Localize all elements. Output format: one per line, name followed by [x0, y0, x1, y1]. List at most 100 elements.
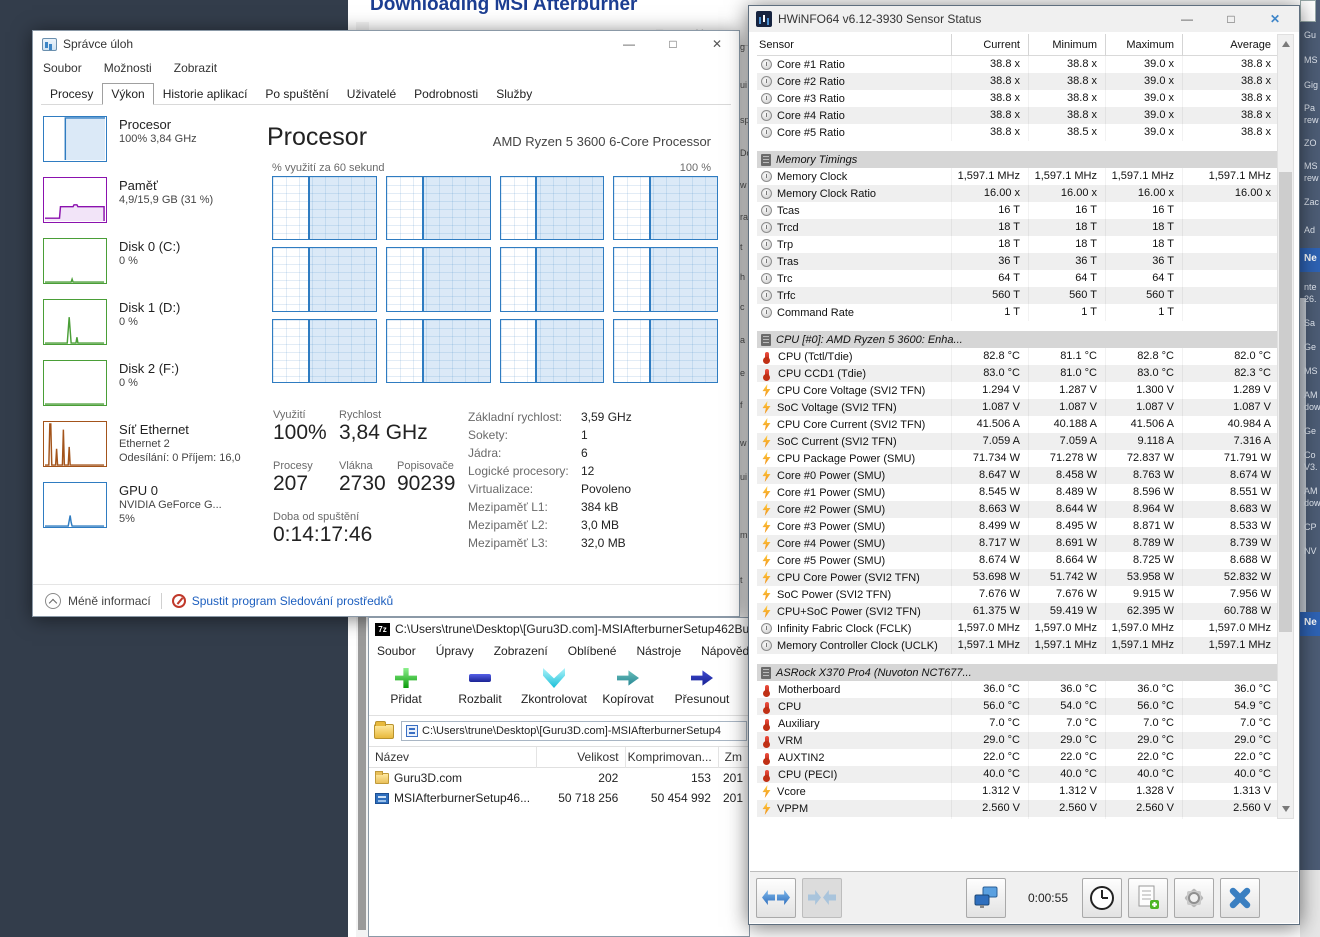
sensor-row[interactable]: Core #4 Power (SMU) 8.717 W 8.691 W 8.78…	[757, 535, 1279, 552]
sensor-row[interactable]: VRM 29.0 °C 29.0 °C 29.0 °C 29.0 °C	[757, 732, 1279, 749]
task-manager-titlebar[interactable]: Správce úloh	[33, 31, 739, 57]
clock-button[interactable]	[1082, 878, 1122, 918]
collapse-icon[interactable]	[45, 593, 61, 609]
sensor-row[interactable]: Tras 36 T 36 T 36 T	[757, 253, 1279, 270]
sensor-row[interactable]: CPU+SoC Power (SVI2 TFN) 61.375 W 59.419…	[757, 603, 1279, 620]
sensor-row[interactable]: CPU Core Power (SVI2 TFN) 53.698 W 51.74…	[757, 569, 1279, 586]
less-info-toggle[interactable]: Méně informací	[68, 594, 151, 608]
sensor-scrollbar[interactable]	[1277, 34, 1294, 819]
sensor-row[interactable]: Core #5 Power (SMU) 8.674 W 8.664 W 8.72…	[757, 552, 1279, 569]
sensor-row[interactable]	[757, 654, 1279, 664]
column-minimum[interactable]: Minimum	[1028, 34, 1105, 56]
sidebar-item[interactable]: Disk 2 (F:) 0 %	[43, 360, 261, 408]
remote-monitoring-button[interactable]	[966, 878, 1006, 918]
column-sensor[interactable]: Sensor	[757, 34, 951, 56]
sensor-row[interactable]: CPU Core Current (SVI2 TFN) 41.506 A 40.…	[757, 416, 1279, 433]
sensor-row[interactable]: Memory Clock Ratio 16.00 x 16.00 x 16.00…	[757, 185, 1279, 202]
resource-monitor-link[interactable]: Spustit program Sledování prostředků	[192, 594, 393, 608]
menu-item[interactable]: Možnosti	[104, 61, 152, 75]
tab[interactable]: Procesy	[41, 83, 102, 104]
sensor-row[interactable]: CPU CCD1 (Tdie) 83.0 °C 81.0 °C 83.0 °C …	[757, 365, 1279, 382]
column-size[interactable]: Velikost	[537, 747, 625, 768]
maximize-button[interactable]	[651, 37, 695, 51]
sensor-row[interactable]: Motherboard 36.0 °C 36.0 °C 36.0 °C 36.0…	[757, 681, 1279, 698]
menu-item[interactable]: Nástroje	[636, 644, 681, 658]
sensor-row[interactable]: SoC Current (SVI2 TFN) 7.059 A 7.059 A 9…	[757, 433, 1279, 450]
hwinfo-titlebar[interactable]: HWiNFO64 v6.12-3930 Sensor Status	[749, 6, 1299, 32]
toolbar-button[interactable]: Kopírovat	[591, 662, 665, 715]
sensor-row[interactable]	[757, 141, 1279, 151]
sensor-row[interactable]: Trp 18 T 18 T 18 T	[757, 236, 1279, 253]
scrollbar-thumb[interactable]	[1279, 172, 1292, 632]
sensor-row[interactable]: Core #0 Power (SMU) 8.647 W 8.458 W 8.76…	[757, 467, 1279, 484]
minimize-button[interactable]	[607, 37, 651, 51]
sidebar-item[interactable]: Procesor 100% 3,84 GHz	[43, 116, 261, 164]
tab[interactable]: Služby	[487, 83, 541, 104]
sensor-row[interactable]: CPU (PECI) 40.0 °C 40.0 °C 40.0 °C 40.0 …	[757, 766, 1279, 783]
scroll-down-icon[interactable]	[1282, 806, 1290, 812]
close-button[interactable]	[695, 37, 739, 51]
sensor-row[interactable]: CPU (Tctl/Tdie) 82.8 °C 81.1 °C 82.8 °C …	[757, 348, 1279, 365]
sensor-row[interactable]: Auxiliary 7.0 °C 7.0 °C 7.0 °C 7.0 °C	[757, 715, 1279, 732]
sensor-row[interactable]: CPU Package Power (SMU) 71.734 W 71.278 …	[757, 450, 1279, 467]
tab[interactable]: Historie aplikací	[154, 83, 257, 104]
sensor-row[interactable]: Core #2 Power (SMU) 8.663 W 8.644 W 8.96…	[757, 501, 1279, 518]
column-compressed[interactable]: Komprimovan...	[626, 747, 719, 768]
sensor-row[interactable]	[757, 321, 1279, 331]
exit-button[interactable]	[1220, 878, 1260, 918]
collapse-columns-button[interactable]	[802, 878, 842, 918]
sensor-row[interactable]: Core #4 Ratio 38.8 x 38.8 x 39.0 x 38.8 …	[757, 107, 1279, 124]
report-button[interactable]	[1128, 878, 1168, 918]
sensor-row[interactable]: Memory Clock 1,597.1 MHz 1,597.1 MHz 1,5…	[757, 168, 1279, 185]
sensor-row[interactable]: Infinity Fabric Clock (FCLK) 1,597.0 MHz…	[757, 620, 1279, 637]
sensor-row[interactable]: Core #3 Power (SMU) 8.499 W 8.495 W 8.87…	[757, 518, 1279, 535]
maximize-button[interactable]	[1209, 12, 1253, 26]
expand-columns-button[interactable]	[756, 878, 796, 918]
sensor-row[interactable]: ASRock X370 Pro4 (Nuvoton NCT677...	[757, 664, 1279, 681]
sensor-row[interactable]: Memory Timings	[757, 151, 1279, 168]
menu-item[interactable]: Zobrazení	[494, 644, 548, 658]
column-maximum[interactable]: Maximum	[1105, 34, 1182, 56]
folder-up-icon[interactable]	[374, 724, 394, 739]
sensor-row[interactable]: CPU [#0]: AMD Ryzen 5 3600: Enha...	[757, 331, 1279, 348]
sidebar-item[interactable]: Síť Ethernet Ethernet 2 Odesílání: 0 Pří…	[43, 421, 261, 469]
menu-item[interactable]: Soubor	[43, 61, 82, 75]
sensor-row[interactable]: AUXTIN2 22.0 °C 22.0 °C 22.0 °C 22.0 °C	[757, 749, 1279, 766]
sensor-row[interactable]: Trfc 560 T 560 T 560 T	[757, 287, 1279, 304]
column-name[interactable]: Název	[369, 747, 537, 768]
menu-item[interactable]: Zobrazit	[174, 61, 217, 75]
sensor-table-header[interactable]: Sensor Current Minimum Maximum Average	[757, 34, 1279, 56]
close-button[interactable]	[1253, 12, 1297, 26]
tab[interactable]: Podrobnosti	[405, 83, 487, 104]
sensor-row[interactable]: Core #1 Power (SMU) 8.545 W 8.489 W 8.59…	[757, 484, 1279, 501]
tab[interactable]: Po spuštění	[256, 83, 337, 104]
address-input[interactable]: C:\Users\trune\Desktop\[Guru3D.com]-MSIA…	[401, 721, 747, 741]
sensor-row[interactable]: Tcas 16 T 16 T 16 T	[757, 202, 1279, 219]
file-row[interactable]: MSIAfterburnerSetup46... 50 718 256 50 4…	[369, 788, 749, 808]
column-average[interactable]: Average	[1182, 34, 1279, 56]
file-row[interactable]: Guru3D.com 202 153 201	[369, 768, 749, 788]
sensor-row[interactable]: Core #1 Ratio 38.8 x 38.8 x 39.0 x 38.8 …	[757, 56, 1279, 73]
sensor-row[interactable]: Memory Controller Clock (UCLK) 1,597.1 M…	[757, 637, 1279, 654]
scroll-up-icon[interactable]	[1282, 41, 1290, 47]
sensor-row[interactable]: VPPM 2.560 V 2.560 V 2.560 V 2.560 V	[757, 800, 1279, 817]
sensor-row[interactable]: AVCC 3.344 V 3.344 V 3.344 V 3.344 V	[757, 817, 1279, 819]
minimize-button[interactable]	[1165, 12, 1209, 26]
sensor-row[interactable]: CPU 56.0 °C 54.0 °C 56.0 °C 54.9 °C	[757, 698, 1279, 715]
column-modified[interactable]: Zm	[719, 747, 749, 768]
toolbar-button[interactable]: Přidat	[369, 662, 443, 715]
sidebar-item[interactable]: Paměť 4,9/15,9 GB (31 %)	[43, 177, 261, 225]
sensor-row[interactable]: Vcore 1.312 V 1.312 V 1.328 V 1.313 V	[757, 783, 1279, 800]
sensor-row[interactable]: Command Rate 1 T 1 T 1 T	[757, 304, 1279, 321]
menu-item[interactable]: Soubor	[377, 644, 416, 658]
tab[interactable]: Výkon	[102, 83, 153, 105]
sensor-row[interactable]: Trc 64 T 64 T 64 T	[757, 270, 1279, 287]
sidebar-item[interactable]: Disk 1 (D:) 0 %	[43, 299, 261, 347]
column-current[interactable]: Current	[951, 34, 1028, 56]
sensor-row[interactable]: SoC Voltage (SVI2 TFN) 1.087 V 1.087 V 1…	[757, 399, 1279, 416]
sensor-row[interactable]: Trcd 18 T 18 T 18 T	[757, 219, 1279, 236]
file-list-header[interactable]: Název Velikost Komprimovan... Zm	[369, 747, 749, 768]
menu-item[interactable]: Úpravy	[436, 644, 474, 658]
sensor-row[interactable]: Core #5 Ratio 38.8 x 38.5 x 39.0 x 38.8 …	[757, 124, 1279, 141]
sensor-row[interactable]: Core #2 Ratio 38.8 x 38.8 x 39.0 x 38.8 …	[757, 73, 1279, 90]
